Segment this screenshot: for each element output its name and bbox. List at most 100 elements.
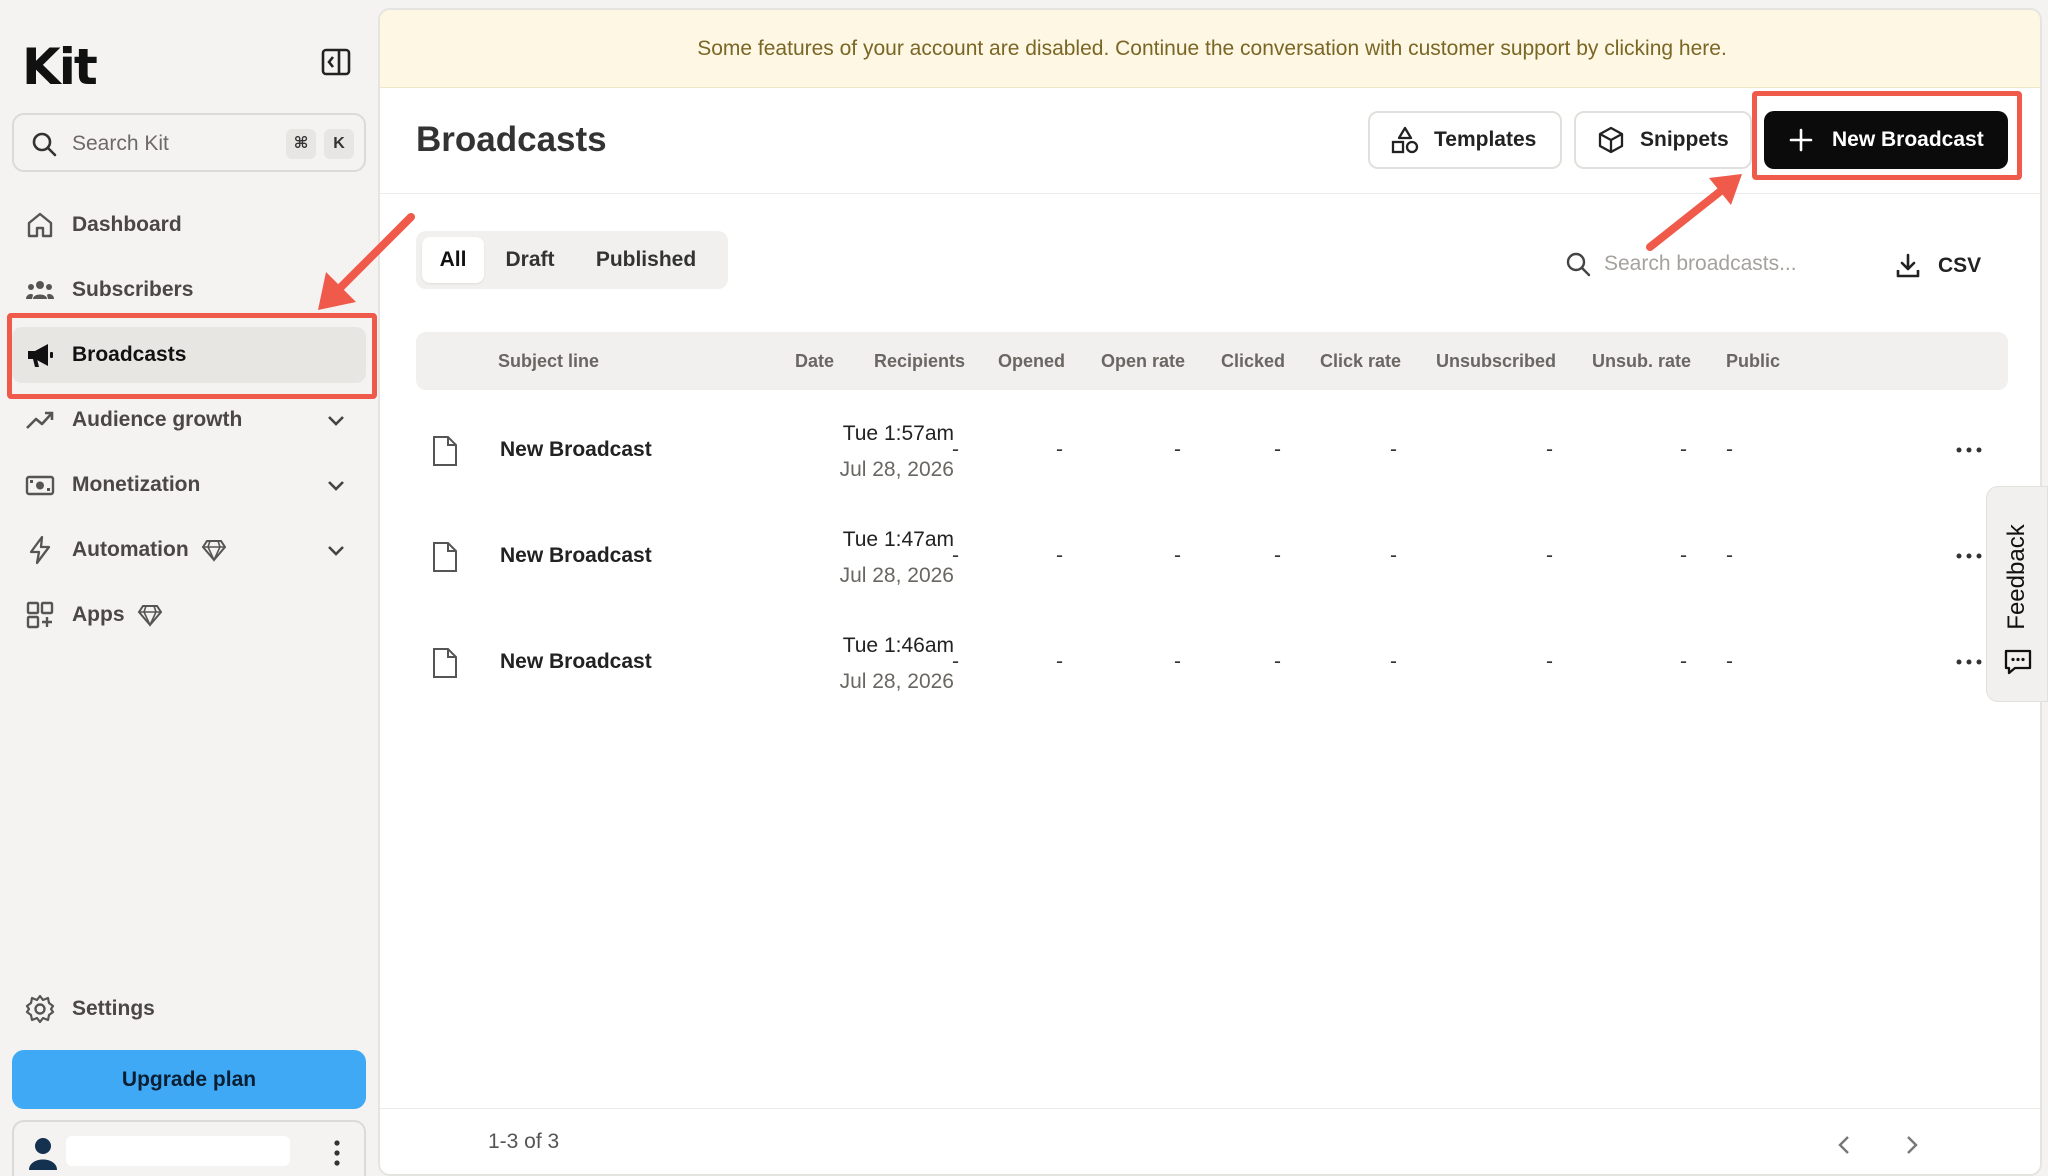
sidebar-item-audience-growth[interactable]: Audience growth bbox=[12, 392, 366, 448]
column-subject-line[interactable]: Subject line bbox=[498, 332, 599, 390]
sidebar-search-placeholder: Search Kit bbox=[72, 132, 169, 155]
chevron-down-icon[interactable] bbox=[324, 408, 348, 432]
templates-button[interactable]: Templates bbox=[1368, 111, 1562, 169]
csv-export-button[interactable]: CSV bbox=[1894, 250, 1981, 282]
more-horizontal-icon[interactable] bbox=[1954, 546, 1984, 566]
broadcast-date: Jul 28, 2026 bbox=[839, 458, 954, 481]
gem-icon bbox=[137, 605, 162, 627]
document-icon bbox=[433, 542, 457, 572]
chat-icon bbox=[2004, 649, 2032, 675]
search-icon bbox=[1566, 252, 1591, 277]
document-icon bbox=[433, 648, 457, 678]
avatar bbox=[29, 1138, 57, 1170]
column-unsubscribed[interactable]: Unsubscribed bbox=[1436, 332, 1556, 390]
opened-value: - bbox=[1056, 544, 1063, 567]
public-value: - bbox=[1726, 650, 1733, 673]
bolt-icon bbox=[29, 535, 51, 565]
sidebar-item-apps[interactable]: Apps bbox=[12, 587, 366, 643]
trend-up-icon bbox=[26, 411, 54, 429]
more-vertical-icon[interactable] bbox=[332, 1138, 342, 1168]
shortcut-k-key: K bbox=[324, 129, 354, 159]
click-rate-value: - bbox=[1390, 544, 1397, 567]
account-menu[interactable] bbox=[12, 1120, 366, 1176]
column-clicked[interactable]: Clicked bbox=[1221, 332, 1285, 390]
sidebar-item-automation[interactable]: Automation bbox=[12, 522, 366, 578]
broadcast-date: Jul 28, 2026 bbox=[839, 670, 954, 693]
unsub-rate-value: - bbox=[1680, 650, 1687, 673]
snippets-button[interactable]: Snippets bbox=[1574, 111, 1752, 169]
table-row[interactable]: New Broadcast Tue 1:47am Jul 28, 2026 - … bbox=[416, 506, 2008, 612]
column-open-rate[interactable]: Open rate bbox=[1101, 332, 1185, 390]
more-horizontal-icon[interactable] bbox=[1954, 652, 1984, 672]
public-value: - bbox=[1726, 438, 1733, 461]
kit-logo[interactable]: Kit bbox=[22, 38, 98, 96]
account-disabled-banner[interactable]: Some features of your account are disabl… bbox=[380, 10, 2040, 88]
unsubscribed-value: - bbox=[1546, 544, 1553, 567]
sidebar-item-settings[interactable]: Settings bbox=[12, 981, 366, 1037]
chevron-left-icon[interactable] bbox=[1832, 1132, 1858, 1158]
more-horizontal-icon[interactable] bbox=[1954, 440, 1984, 460]
table-row[interactable]: New Broadcast Tue 1:57am Jul 28, 2026 - … bbox=[416, 400, 2008, 506]
broadcast-time: Tue 1:46am bbox=[842, 634, 954, 657]
sidebar: Kit Search Kit ⌘ K Dashboard Subscribers bbox=[0, 0, 378, 1176]
tab-all[interactable]: All bbox=[422, 237, 484, 283]
table-row[interactable]: New Broadcast Tue 1:46am Jul 28, 2026 - … bbox=[416, 612, 2008, 718]
sidebar-item-label: Apps bbox=[72, 603, 125, 626]
document-icon bbox=[433, 436, 457, 466]
tab-draft[interactable]: Draft bbox=[494, 237, 566, 283]
chevron-down-icon[interactable] bbox=[324, 538, 348, 562]
broadcast-time: Tue 1:47am bbox=[842, 528, 954, 551]
feedback-tab[interactable]: Feedback bbox=[1986, 486, 2048, 702]
gear-icon bbox=[25, 994, 55, 1024]
sidebar-item-label: Monetization bbox=[72, 473, 201, 496]
feedback-label: Feedback bbox=[2003, 524, 2030, 630]
sidebar-item-label: Audience growth bbox=[72, 408, 243, 431]
sidebar-item-monetization[interactable]: Monetization bbox=[12, 457, 366, 513]
clicked-value: - bbox=[1274, 438, 1281, 461]
shapes-icon bbox=[1391, 126, 1419, 154]
sidebar-collapse-icon[interactable] bbox=[320, 46, 352, 78]
templates-button-label: Templates bbox=[1434, 128, 1537, 151]
annotation-highlight-broadcasts bbox=[7, 313, 377, 399]
page-title: Broadcasts bbox=[416, 120, 607, 159]
chevron-right-icon[interactable] bbox=[1898, 1132, 1924, 1158]
opened-value: - bbox=[1056, 438, 1063, 461]
unsub-rate-value: - bbox=[1680, 438, 1687, 461]
sidebar-item-dashboard[interactable]: Dashboard bbox=[12, 197, 366, 253]
search-icon bbox=[32, 132, 57, 157]
click-rate-value: - bbox=[1390, 438, 1397, 461]
clicked-value: - bbox=[1274, 544, 1281, 567]
status-filter-tabs: All Draft Published bbox=[416, 231, 728, 289]
broadcast-subject[interactable]: New Broadcast bbox=[500, 650, 652, 674]
column-date[interactable]: Date bbox=[795, 332, 834, 390]
broadcast-date: Jul 28, 2026 bbox=[839, 564, 954, 587]
column-recipients[interactable]: Recipients bbox=[874, 332, 965, 390]
clicked-value: - bbox=[1274, 650, 1281, 673]
apps-icon bbox=[26, 601, 54, 629]
opened-value: - bbox=[1056, 650, 1063, 673]
open-rate-value: - bbox=[1174, 544, 1181, 567]
chevron-down-icon[interactable] bbox=[324, 473, 348, 497]
upgrade-plan-button[interactable]: Upgrade plan bbox=[12, 1050, 366, 1109]
account-name-field bbox=[66, 1136, 290, 1166]
unsubscribed-value: - bbox=[1546, 650, 1553, 673]
open-rate-value: - bbox=[1174, 438, 1181, 461]
broadcast-subject[interactable]: New Broadcast bbox=[500, 438, 652, 462]
cube-icon bbox=[1598, 126, 1624, 154]
snippets-button-label: Snippets bbox=[1640, 128, 1729, 151]
public-value: - bbox=[1726, 544, 1733, 567]
unsubscribed-value: - bbox=[1546, 438, 1553, 461]
search-broadcasts-input[interactable] bbox=[1604, 244, 1814, 284]
sidebar-search[interactable]: Search Kit ⌘ K bbox=[12, 113, 366, 172]
sidebar-item-subscribers[interactable]: Subscribers bbox=[12, 262, 366, 318]
open-rate-value: - bbox=[1174, 650, 1181, 673]
tab-published[interactable]: Published bbox=[576, 237, 716, 283]
sidebar-item-label: Dashboard bbox=[72, 213, 182, 236]
column-click-rate[interactable]: Click rate bbox=[1320, 332, 1401, 390]
column-unsub-rate[interactable]: Unsub. rate bbox=[1592, 332, 1691, 390]
download-icon bbox=[1896, 253, 1920, 278]
sidebar-item-label: Subscribers bbox=[72, 278, 194, 301]
column-opened[interactable]: Opened bbox=[998, 332, 1065, 390]
broadcast-subject[interactable]: New Broadcast bbox=[500, 544, 652, 568]
column-public[interactable]: Public bbox=[1726, 332, 1780, 390]
